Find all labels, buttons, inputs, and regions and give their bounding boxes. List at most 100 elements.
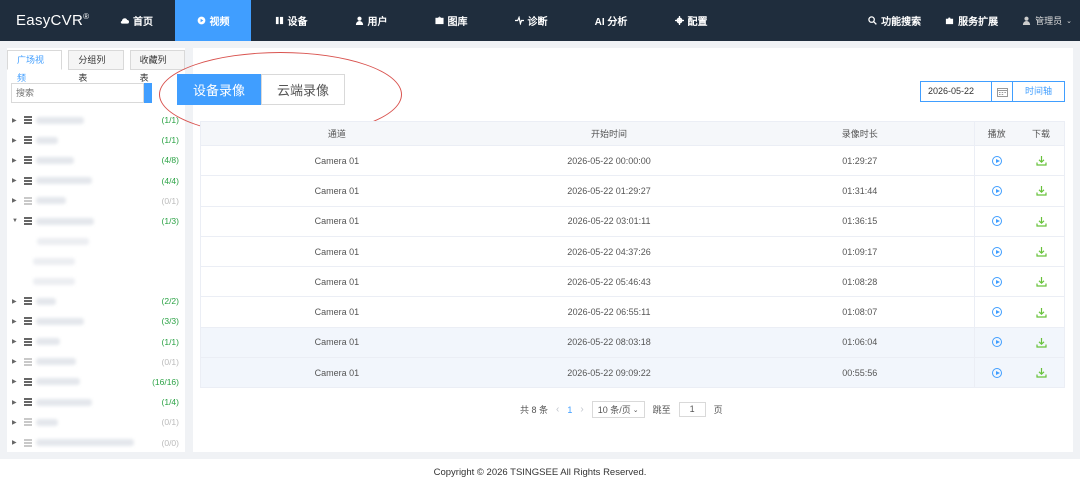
download-icon[interactable] <box>1035 155 1047 166</box>
service-ext-button[interactable]: 服务扩展 <box>933 0 1010 41</box>
caret-right-icon[interactable]: ▶ <box>12 137 18 144</box>
calendar-icon <box>996 87 1008 97</box>
nav-item-7[interactable]: 配置 <box>651 0 731 41</box>
tree-node[interactable]: ▶ (1/1) <box>7 130 185 150</box>
server-icon <box>24 418 32 427</box>
tree-child-node[interactable] <box>7 271 185 291</box>
search-input[interactable] <box>11 83 144 103</box>
tree-node-count: (4/8) <box>161 155 179 166</box>
goto-page-input[interactable]: 1 <box>678 402 706 417</box>
play-icon[interactable] <box>991 276 1002 287</box>
caret-right-icon[interactable]: ▶ <box>12 157 18 164</box>
page-number[interactable]: 1 <box>567 405 572 415</box>
caret-down-icon[interactable]: ▼ <box>12 218 18 224</box>
tab-group-list[interactable]: 分组列表 <box>68 50 124 83</box>
nav-item-1[interactable]: 视频 <box>175 0 251 41</box>
tree-node[interactable]: ▼ (1/3) <box>7 211 185 231</box>
cell-play <box>974 206 1018 236</box>
tree-node[interactable]: ▶ (4/4) <box>7 171 185 191</box>
nav-item-3[interactable]: 用户 <box>331 0 411 41</box>
download-icon[interactable] <box>1035 216 1047 227</box>
nav-menu: 首页 视频 设备 用户 图库 诊断 AI 分析 配置 <box>98 0 731 41</box>
tab-favorites[interactable]: 收藏列表 <box>129 50 185 83</box>
caret-right-icon[interactable]: ▶ <box>12 117 18 124</box>
tree-node[interactable]: ▶ (0/1) <box>7 412 185 432</box>
download-icon[interactable] <box>1035 276 1047 287</box>
tree-node[interactable]: ▶ (3/3) <box>7 311 185 331</box>
tree-node[interactable]: ▶ (0/0) <box>7 432 185 452</box>
download-icon[interactable] <box>1035 337 1047 348</box>
tree-node-name <box>36 297 56 305</box>
date-input[interactable]: 2026-05-22 <box>920 81 992 102</box>
table-header: 通道 开始时间 录像时长 播放 下载 <box>201 122 1064 145</box>
caret-right-icon[interactable]: ▶ <box>12 318 18 325</box>
nav-item-6[interactable]: AI 分析 <box>571 0 651 41</box>
tree-node[interactable]: ▶ (0/1) <box>7 352 185 372</box>
calendar-button[interactable] <box>992 81 1013 102</box>
cell-channel: Camera 01 <box>314 307 360 318</box>
nav-item-label: 用户 <box>367 17 388 28</box>
search-button[interactable] <box>144 83 152 103</box>
server-icon <box>24 438 32 447</box>
nav-item-label: 视频 <box>209 17 230 28</box>
nav-item-4[interactable]: 图库 <box>411 0 491 41</box>
tree-child-node[interactable] <box>7 251 185 271</box>
col-duration: 录像时长 <box>841 129 878 139</box>
timeline-button[interactable]: 时间轴 <box>1013 81 1065 102</box>
download-icon[interactable] <box>1035 307 1047 318</box>
tab-square-video[interactable]: 广场视频 <box>7 50 63 83</box>
download-icon[interactable] <box>1035 185 1047 197</box>
tree-node[interactable]: ▶ (1/1) <box>7 110 185 130</box>
prev-page-icon[interactable]: ‹ <box>556 404 559 415</box>
search-icon <box>868 16 877 25</box>
tree-node[interactable]: ▶ (1/4) <box>7 392 185 412</box>
user-menu[interactable]: 管理员 ⌄ <box>1010 0 1080 41</box>
cell-channel: Camera 01 <box>314 216 360 227</box>
tree-node-name <box>36 358 76 366</box>
cell-duration: 01:36:15 <box>842 216 878 227</box>
logo[interactable]: EasyCVR® <box>0 12 98 29</box>
caret-right-icon[interactable]: ▶ <box>12 338 18 345</box>
play-icon[interactable] <box>991 307 1002 318</box>
download-icon[interactable] <box>1035 246 1047 257</box>
tree-child-node[interactable] <box>7 231 185 251</box>
next-page-icon[interactable]: › <box>580 404 583 415</box>
tree-node-count: (2/2) <box>161 296 179 307</box>
tree-node[interactable]: ▶ (4/8) <box>7 150 185 170</box>
table-row: Camera 01 2026-05-22 08:03:18 01:06:04 <box>201 326 1064 358</box>
feature-search-label: 功能搜索 <box>881 17 922 28</box>
tree-node[interactable]: ▶ (2/2) <box>7 291 185 311</box>
caret-right-icon[interactable]: ▶ <box>12 439 18 446</box>
tree-node-name <box>36 217 94 225</box>
play-icon[interactable] <box>991 246 1002 257</box>
tree-node-count: (4/4) <box>161 175 179 186</box>
nav-item-0[interactable]: 首页 <box>98 0 175 41</box>
caret-right-icon[interactable]: ▶ <box>12 378 18 385</box>
play-icon[interactable] <box>991 185 1002 196</box>
cell-play <box>974 267 1018 297</box>
feature-search-button[interactable]: 功能搜索 <box>856 0 933 41</box>
caret-right-icon[interactable]: ▶ <box>12 197 18 204</box>
gear-icon <box>674 16 684 25</box>
nav-item-2[interactable]: 设备 <box>251 0 331 41</box>
caret-right-icon[interactable]: ▶ <box>12 177 18 184</box>
play-icon[interactable] <box>991 216 1002 227</box>
page-size-select[interactable]: 10 条/页 ⌄ <box>591 401 645 418</box>
cell-start-time: 2026-05-22 09:09:22 <box>567 367 651 378</box>
nav-item-5[interactable]: 诊断 <box>491 0 571 41</box>
caret-right-icon[interactable]: ▶ <box>12 419 18 426</box>
caret-right-icon[interactable]: ▶ <box>12 399 18 406</box>
tree-node[interactable]: ▶ (16/16) <box>7 372 185 392</box>
play-icon[interactable] <box>991 337 1002 348</box>
download-icon[interactable] <box>1035 367 1047 378</box>
caret-right-icon[interactable]: ▶ <box>12 298 18 305</box>
tree-node[interactable]: ▶ (1/1) <box>7 332 185 352</box>
caret-right-icon[interactable]: ▶ <box>12 358 18 365</box>
tree-node[interactable]: ▶ (0/1) <box>7 191 185 211</box>
play-icon[interactable] <box>991 155 1002 166</box>
play-icon[interactable] <box>991 367 1002 378</box>
cell-duration: 01:08:28 <box>842 276 878 287</box>
tree-node-count: (1/1) <box>161 336 179 347</box>
tree-node-count: (1/4) <box>161 397 179 408</box>
cell-download <box>1018 237 1064 266</box>
